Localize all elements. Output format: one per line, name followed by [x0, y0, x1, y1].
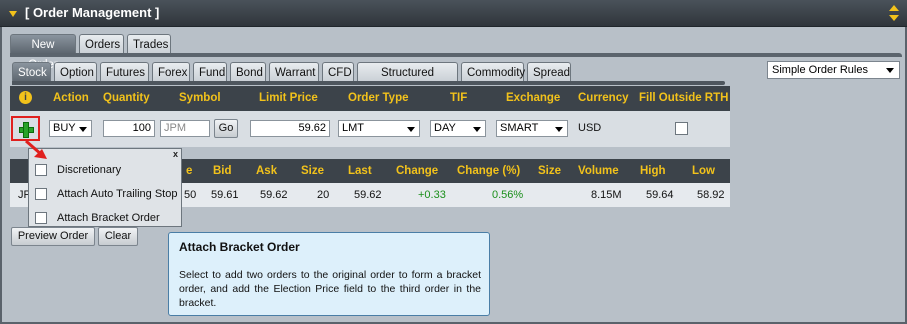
main-tabs-underline: [10, 53, 902, 57]
order-entry-row: BUY 100 JPM Go 59.62 LMT DAY SMART USD: [10, 111, 730, 147]
col-symbol: Symbol: [179, 92, 221, 104]
tab-stock[interactable]: Stock: [12, 62, 51, 82]
tab-new-order[interactable]: New Order: [10, 34, 76, 71]
col-order-type: Order Type: [348, 92, 409, 104]
tab-orders[interactable]: Orders: [79, 34, 124, 54]
chevron-down-icon: [473, 127, 481, 132]
size-cell: 20: [317, 189, 330, 201]
col-ask: Ask: [256, 165, 278, 177]
col-action: Action: [53, 92, 89, 104]
checkbox[interactable]: [35, 212, 47, 224]
tab-trades[interactable]: Trades: [127, 34, 171, 54]
col-size: Size: [301, 165, 325, 177]
exchange-value: SMART: [500, 122, 539, 134]
col-fill-outside-rth: Fill Outside RTH: [639, 92, 729, 104]
chevron-down-icon: [79, 127, 87, 132]
currency-value: USD: [578, 122, 602, 134]
tab-bond[interactable]: Bond: [230, 62, 266, 82]
option-bracket-order[interactable]: Attach Bracket Order: [33, 209, 179, 229]
tif-select[interactable]: DAY: [430, 120, 486, 137]
chevron-down-icon: [555, 127, 563, 132]
info-icon[interactable]: i: [19, 91, 32, 104]
col-high: High: [640, 165, 666, 177]
order-type-select[interactable]: LMT: [338, 120, 420, 137]
checkbox[interactable]: [35, 188, 47, 200]
low-cell: 58.92: [697, 189, 725, 201]
exchange-select[interactable]: SMART: [496, 120, 568, 137]
order-entry-header: i Action Quantity Symbol Limit Price Ord…: [10, 86, 730, 111]
red-arrow-icon: [25, 139, 47, 159]
col-low: Low: [692, 165, 715, 177]
up-down-arrows-icon[interactable]: [889, 5, 899, 22]
col-quantity: Quantity: [103, 92, 150, 104]
symbol-input[interactable]: JPM: [160, 120, 210, 137]
tif-value: DAY: [434, 122, 456, 134]
high-cell: 59.64: [646, 189, 674, 201]
col-last: Last: [348, 165, 372, 177]
tab-fund[interactable]: Fund: [193, 62, 227, 82]
preview-order-button[interactable]: Preview Order: [11, 227, 95, 246]
panel-title-bar: [ Order Management ]: [0, 0, 907, 27]
ask-cell: 59.62: [260, 189, 288, 201]
tab-structured-product[interactable]: Structured Product: [357, 62, 458, 99]
partial-cell: 50: [184, 189, 197, 201]
tab-spread[interactable]: Spread: [527, 62, 571, 82]
change-cell: +0.33: [418, 189, 446, 201]
col-bid: Bid: [213, 165, 232, 177]
clear-button[interactable]: Clear: [98, 227, 138, 246]
limit-price-input[interactable]: 59.62: [250, 120, 330, 137]
chevron-down-icon: [886, 68, 894, 73]
col-exchange: Exchange: [506, 92, 561, 104]
asset-tabs: Stock Option Futures Forex Fund Bond War…: [12, 62, 712, 99]
col-volume: Volume: [578, 165, 619, 177]
go-button[interactable]: Go: [214, 119, 238, 138]
asset-tabs-underline: [12, 81, 725, 85]
bracket-order-tooltip: Attach Bracket Order Select to add two o…: [168, 232, 490, 316]
main-tabs: New Order Orders Trades: [10, 34, 210, 71]
col-change-pct: Change (%): [457, 165, 521, 177]
col-limit-price: Limit Price: [259, 92, 318, 104]
bid-cell: 59.61: [211, 189, 239, 201]
panel-title: [ Order Management ]: [25, 5, 160, 20]
order-type-value: LMT: [342, 122, 364, 134]
tab-forex[interactable]: Forex: [152, 62, 190, 82]
volume-cell: 8.15M: [591, 189, 622, 201]
collapse-triangle-icon[interactable]: [9, 11, 17, 17]
tab-cfd[interactable]: CFD: [322, 62, 354, 82]
option-label: Attach Auto Trailing Stop: [57, 188, 178, 200]
tooltip-body: Select to add two orders to the original…: [179, 269, 481, 309]
option-label: Discretionary: [57, 164, 122, 176]
option-auto-trailing-stop[interactable]: Attach Auto Trailing Stop: [33, 185, 179, 205]
option-label: Attach Bracket Order: [57, 212, 160, 224]
action-value: BUY: [53, 122, 76, 134]
order-rules-value: Simple Order Rules: [772, 64, 868, 76]
last-cell: 59.62: [354, 189, 382, 201]
tab-option[interactable]: Option: [54, 62, 97, 82]
col-partial: e: [186, 165, 193, 177]
col-change: Change: [396, 165, 439, 177]
fill-outside-rth-checkbox[interactable]: [675, 122, 688, 135]
tab-warrant[interactable]: Warrant: [269, 62, 319, 82]
checkbox[interactable]: [35, 164, 47, 176]
tab-commodity[interactable]: Commodity: [461, 62, 525, 82]
chevron-down-icon: [407, 127, 415, 132]
quantity-input[interactable]: 100: [103, 120, 155, 137]
col-tif: TIF: [450, 92, 468, 104]
order-rules-select[interactable]: Simple Order Rules: [767, 61, 900, 79]
change-pct-cell: 0.56%: [492, 189, 524, 201]
tooltip-title: Attach Bracket Order: [179, 240, 300, 254]
close-icon[interactable]: x: [173, 149, 178, 159]
col-currency: Currency: [578, 92, 629, 104]
col-size-2: Size: [538, 165, 562, 177]
tab-futures[interactable]: Futures: [100, 62, 149, 82]
